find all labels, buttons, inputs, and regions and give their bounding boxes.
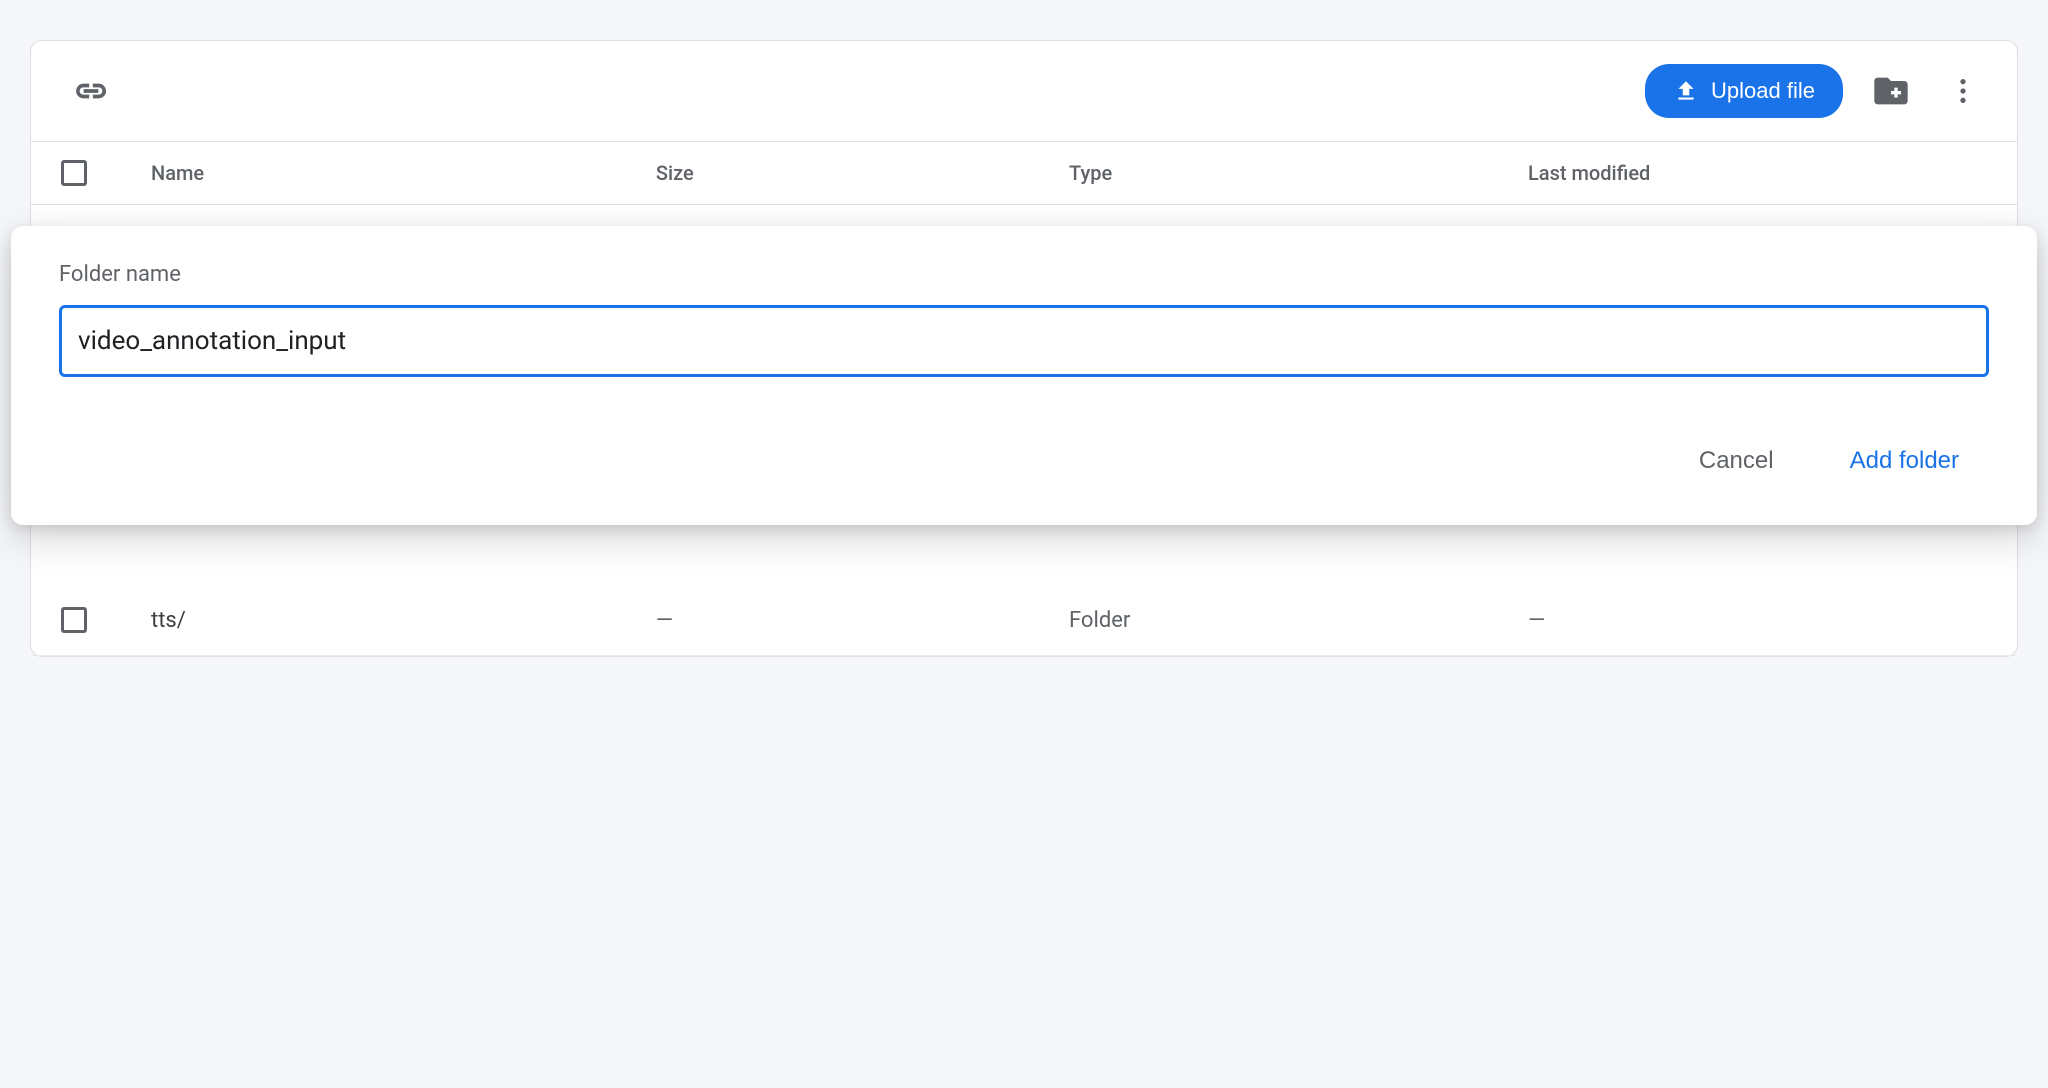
toolbar: Upload file bbox=[31, 41, 2017, 141]
column-header-modified[interactable]: Last modified bbox=[1528, 161, 1987, 185]
table-row[interactable]: tts/ — Folder — bbox=[31, 585, 2017, 656]
row-checkbox[interactable] bbox=[61, 607, 87, 633]
link-icon[interactable] bbox=[61, 61, 121, 121]
dialog-field-label: Folder name bbox=[59, 262, 1989, 287]
column-header-size[interactable]: Size bbox=[656, 161, 1069, 185]
cancel-button[interactable]: Cancel bbox=[1681, 437, 1792, 485]
upload-file-button[interactable]: Upload file bbox=[1645, 64, 1843, 118]
upload-icon bbox=[1673, 78, 1699, 104]
new-folder-icon[interactable] bbox=[1863, 63, 1919, 119]
column-header-row: Name Size Type Last modified bbox=[31, 141, 2017, 205]
add-folder-button[interactable]: Add folder bbox=[1832, 437, 1977, 485]
upload-button-label: Upload file bbox=[1711, 78, 1815, 104]
dialog-actions: Cancel Add folder bbox=[59, 437, 1989, 485]
folder-name-input[interactable] bbox=[59, 305, 1989, 377]
new-folder-dialog: Folder name Cancel Add folder bbox=[11, 226, 2037, 525]
row-name: tts/ bbox=[151, 608, 656, 633]
row-size: — bbox=[656, 608, 1069, 633]
row-modified: — bbox=[1528, 608, 1987, 633]
row-type: Folder bbox=[1069, 608, 1528, 633]
file-browser-card: Upload file Name Size Type Last modified… bbox=[30, 40, 2018, 657]
column-header-name[interactable]: Name bbox=[151, 161, 656, 185]
column-header-type[interactable]: Type bbox=[1069, 161, 1528, 185]
more-options-icon[interactable] bbox=[1939, 67, 1987, 115]
select-all-checkbox[interactable] bbox=[61, 160, 87, 186]
